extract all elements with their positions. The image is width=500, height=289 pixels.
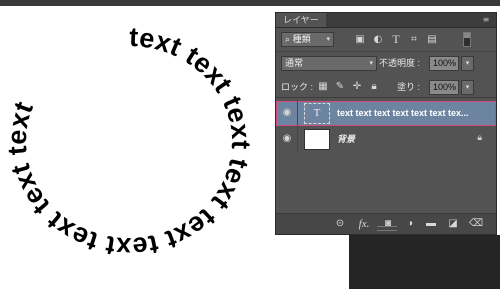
layer-background[interactable]: ◉ 背景 🔒︎ (276, 127, 496, 152)
lock-image-icon[interactable]: ✎ (334, 81, 346, 93)
filter-row: ⌕ 種類 ▾ ▣ ◐ T ⌗ ▤ (276, 29, 496, 52)
smart-object-filter-icon[interactable]: ▤ (426, 34, 438, 46)
folder-icon[interactable]: ▬ (424, 218, 438, 230)
tab-layers[interactable]: レイヤー (276, 13, 326, 27)
layer-text[interactable]: ◉ T text text text text text text tex... (276, 101, 496, 126)
divider (297, 127, 298, 152)
top-dark-strip (0, 0, 500, 6)
new-layer-icon[interactable]: ◪ (446, 218, 460, 230)
chevron-down-icon: ▾ (326, 36, 330, 43)
adjustment-layer-icon[interactable]: ◑ (403, 218, 417, 230)
fx-icon[interactable]: fx. (357, 218, 371, 230)
fill-dropdown[interactable]: ▾ (461, 80, 474, 95)
search-icon: ⌕ (285, 34, 291, 44)
lock-transparency-icon[interactable]: ▦ (317, 81, 329, 93)
filter-toggle[interactable] (463, 32, 471, 47)
text-layer-thumbnail: T (304, 103, 330, 124)
fill-field[interactable]: 100% (429, 80, 459, 95)
lock-label: ロック : (281, 82, 314, 92)
opacity-label: 不透明度 : (379, 58, 421, 68)
layer-name[interactable]: text text text text text text tex... (337, 107, 469, 119)
layer-name[interactable]: 背景 (337, 133, 355, 145)
kind-filter-select[interactable]: ⌕ 種類 ▾ (281, 32, 334, 47)
fill-label: 塗り : (397, 82, 421, 92)
resize-grip[interactable] (377, 226, 397, 231)
eye-icon[interactable]: ◉ (281, 107, 293, 119)
trash-icon[interactable]: ⌫ (469, 218, 483, 230)
lock-position-icon[interactable]: ✛ (351, 81, 363, 93)
image-filter-icon[interactable]: ▣ (354, 34, 366, 46)
svg-text:text text text text text text: text text text text text text text text … (2, 22, 256, 262)
shape-filter-icon[interactable]: ⌗ (408, 34, 420, 46)
blend-row: 通常 ▾ 不透明度 : 100% ▾ (276, 53, 496, 73)
circular-text: text text text text text text text text … (2, 22, 256, 262)
layers-panel: レイヤー ≡ ⌕ 種類 ▾ ▣ ◐ T ⌗ ▤ 通常 ▾ 不透明度 : 100%… (275, 12, 497, 235)
lock-row: ロック : ▦ ✎ ✛ 🔒︎ 塗り : 100% ▾ (276, 77, 496, 98)
link-layers-icon[interactable]: ⊝ (333, 218, 347, 230)
type-filter-icon[interactable]: T (390, 33, 402, 45)
blend-mode-select[interactable]: 通常 ▾ (281, 56, 377, 71)
lock-all-icon[interactable]: 🔒︎ (368, 81, 380, 93)
panel-header: レイヤー ≡ (276, 13, 496, 28)
panel-footer: ⊝ fx. ◙ ◑ ▬ ◪ ⌫ (276, 213, 496, 234)
opacity-field[interactable]: 100% (429, 56, 459, 71)
opacity-dropdown[interactable]: ▾ (461, 56, 474, 71)
kind-filter-label: 種類 (292, 34, 311, 44)
blend-mode-value: 通常 (285, 58, 304, 68)
background-layer-thumbnail (304, 129, 330, 150)
adjustment-filter-icon[interactable]: ◐ (372, 34, 384, 46)
panel-menu-icon[interactable]: ≡ (480, 15, 492, 24)
chevron-down-icon: ▾ (369, 60, 373, 67)
layers-list: ◉ T text text text text text text tex...… (276, 99, 496, 211)
lock-icon: 🔒︎ (477, 133, 482, 143)
eye-icon[interactable]: ◉ (281, 133, 293, 145)
divider (297, 101, 298, 126)
workspace-background (349, 235, 500, 289)
